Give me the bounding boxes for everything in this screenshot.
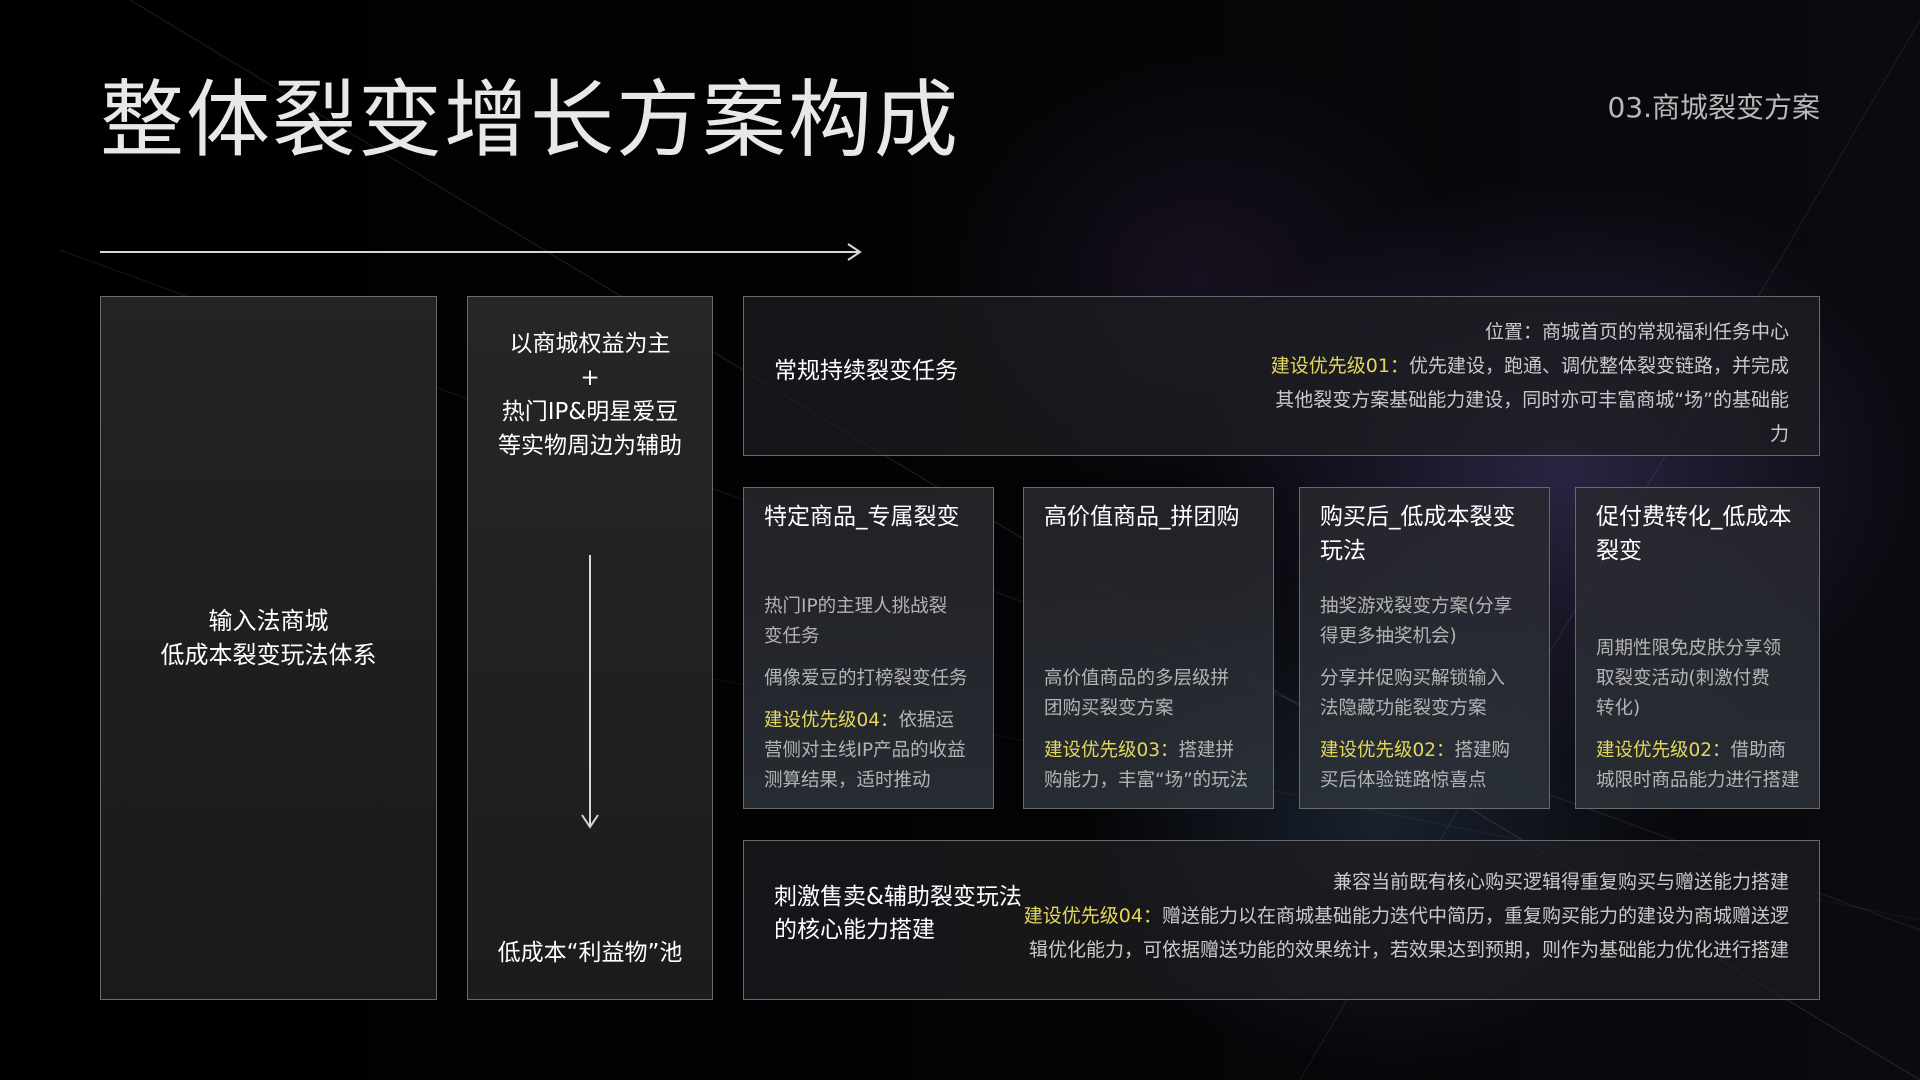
card-title: 促付费转化_低成本裂变 (1596, 504, 1792, 564)
detail-line: 建设优先级01：优先建设，跑通、调优整体裂变链路，并完成 (1271, 349, 1789, 383)
detail-line: 建设优先级04：赠送能力以在商城基础能力迭代中简历，重复购买能力的建设为商城赠送… (1024, 899, 1789, 933)
card-paid-conversion: 促付费转化_低成本裂变 周期性限免皮肤分享领 取裂变活动(刺激付费 转化) 建设… (1575, 487, 1820, 809)
priority-text: 借助商 (1730, 740, 1787, 761)
core-capability-panel: 刺激售卖&辅助裂变玩法 的核心能力搭建 兼容当前既有核心购买逻辑得重复购买与赠送… (743, 840, 1820, 1000)
detail-line: 力 (1769, 423, 1789, 445)
regular-fission-task-details: 位置：商城首页的常规福利任务中心 建设优先级01：优先建设，跑通、调优整体裂变链… (1271, 315, 1789, 451)
card-desc-line: 热门IP的主理人挑战裂 (764, 596, 948, 617)
core-capability-details: 兼容当前既有核心购买逻辑得重复购买与赠送能力搭建 建设优先级04：赠送能力以在商… (1024, 865, 1789, 967)
detail-line: 位置：商城首页的常规福利任务中心 (1484, 321, 1789, 343)
regular-fission-task-panel: 常规持续裂变任务 位置：商城首页的常规福利任务中心 建设优先级01：优先建设，跑… (743, 296, 1820, 456)
priority-label: 建设优先级04： (1023, 905, 1162, 927)
arrow-down-icon (581, 555, 599, 829)
system-panel: 输入法商城 低成本裂变玩法体系 (100, 296, 437, 1000)
card-desc-line: 分享并促购买解锁输入 (1320, 668, 1506, 689)
card-post-purchase: 购买后_低成本裂变玩法 抽奖游戏裂变方案(分享 得更多抽奖机会) 分享并促购买解… (1299, 487, 1550, 809)
detail-line: 兼容当前既有核心购买逻辑得重复购买与赠送能力搭建 (1332, 871, 1789, 893)
priority-line: 营侧对主线IP产品的收益 (764, 740, 966, 761)
detail-line: 辑优化能力，可依据赠送功能的效果统计，若效果达到预期，则作为基础能力优化进行搭建 (1028, 939, 1789, 961)
card-body: 抽奖游戏裂变方案(分享 得更多抽奖机会) 分享并促购买解锁输入 法隐藏功能裂变方… (1320, 592, 1535, 796)
detail-text: 优先建设，跑通、调优整体裂变链路，并完成 (1408, 355, 1789, 377)
priority-label: 建设优先级02： (1320, 740, 1455, 761)
card-title: 购买后_低成本裂变玩法 (1320, 504, 1516, 564)
priority-line: 城限时商品能力进行搭建 (1596, 770, 1800, 791)
section-label: 03.商城裂变方案 (1607, 91, 1820, 124)
benefit-pool-panel: 以商城权益为主 + 热门IP&明星爱豆 等实物周边为辅助 低成本“利益物”池 (467, 296, 713, 1000)
detail-line: 其他裂变方案基础能力建设，同时亦可丰富商城“场”的基础能 (1275, 389, 1789, 411)
card-body: 周期性限免皮肤分享领 取裂变活动(刺激付费 转化) 建设优先级02：借助商 城限… (1596, 634, 1805, 796)
priority-label: 建设优先级04： (764, 710, 899, 731)
card-title: 特定商品_专属裂变 (764, 504, 960, 530)
card-desc-line: 团购买裂变方案 (1044, 698, 1174, 719)
system-panel-text: 输入法商城 低成本裂变玩法体系 (160, 607, 377, 669)
priority-line: 购能力，丰富“场”的玩法 (1044, 770, 1249, 791)
card-desc-line: 法隐藏功能裂变方案 (1320, 698, 1487, 719)
priority-text: 依据运 (898, 710, 955, 731)
card-body: 高价值商品的多层级拼 团购买裂变方案 建设优先级03：搭建拼 购能力，丰富“场”… (1044, 664, 1259, 796)
page-title: 整体裂变增长方案构成 (100, 71, 961, 169)
priority-line: 测算结果，适时推动 (764, 770, 931, 791)
card-desc-line: 周期性限免皮肤分享领 (1596, 638, 1782, 659)
card-body: 热门IP的主理人挑战裂 变任务 偶像爱豆的打榜裂变任务 建设优先级04：依据运 … (764, 592, 979, 796)
card-desc-line: 转化) (1596, 698, 1641, 719)
detail-text: 赠送能力以在商城基础能力迭代中简历，重复购买能力的建设为商城赠送逻 (1161, 905, 1789, 927)
card-title: 高价值商品_拼团购 (1044, 504, 1240, 530)
priority-line: 买后体验链路惊喜点 (1320, 770, 1487, 791)
card-desc-line: 抽奖游戏裂变方案(分享 (1320, 596, 1513, 617)
core-capability-title: 刺激售卖&辅助裂变玩法 的核心能力搭建 (774, 884, 1022, 943)
regular-fission-task-title: 常规持续裂变任务 (774, 358, 958, 384)
card-desc-line: 得更多抽奖机会) (1320, 626, 1457, 647)
card-specific-product: 特定商品_专属裂变 热门IP的主理人挑战裂 变任务 偶像爱豆的打榜裂变任务 建设… (743, 487, 994, 809)
benefit-pool-bottom-text: 低成本“利益物”池 (497, 940, 683, 966)
card-desc-line: 变任务 (764, 626, 820, 647)
arrow-right-icon (100, 243, 862, 261)
benefit-pool-top-text: 以商城权益为主 + 热门IP&明星爱豆 等实物周边为辅助 (498, 331, 682, 459)
priority-label: 建设优先级02： (1596, 740, 1731, 761)
card-desc-line: 取裂变活动(刺激付费 (1596, 668, 1770, 689)
priority-label: 建设优先级01： (1270, 355, 1409, 377)
priority-text: 搭建购 (1454, 740, 1511, 761)
priority-label: 建设优先级03： (1044, 740, 1179, 761)
card-high-value-group-buy: 高价值商品_拼团购 高价值商品的多层级拼 团购买裂变方案 建设优先级03：搭建拼… (1023, 487, 1274, 809)
card-desc-line: 偶像爱豆的打榜裂变任务 (764, 668, 968, 689)
card-desc-line: 高价值商品的多层级拼 (1044, 668, 1230, 689)
priority-text: 搭建拼 (1178, 740, 1235, 761)
